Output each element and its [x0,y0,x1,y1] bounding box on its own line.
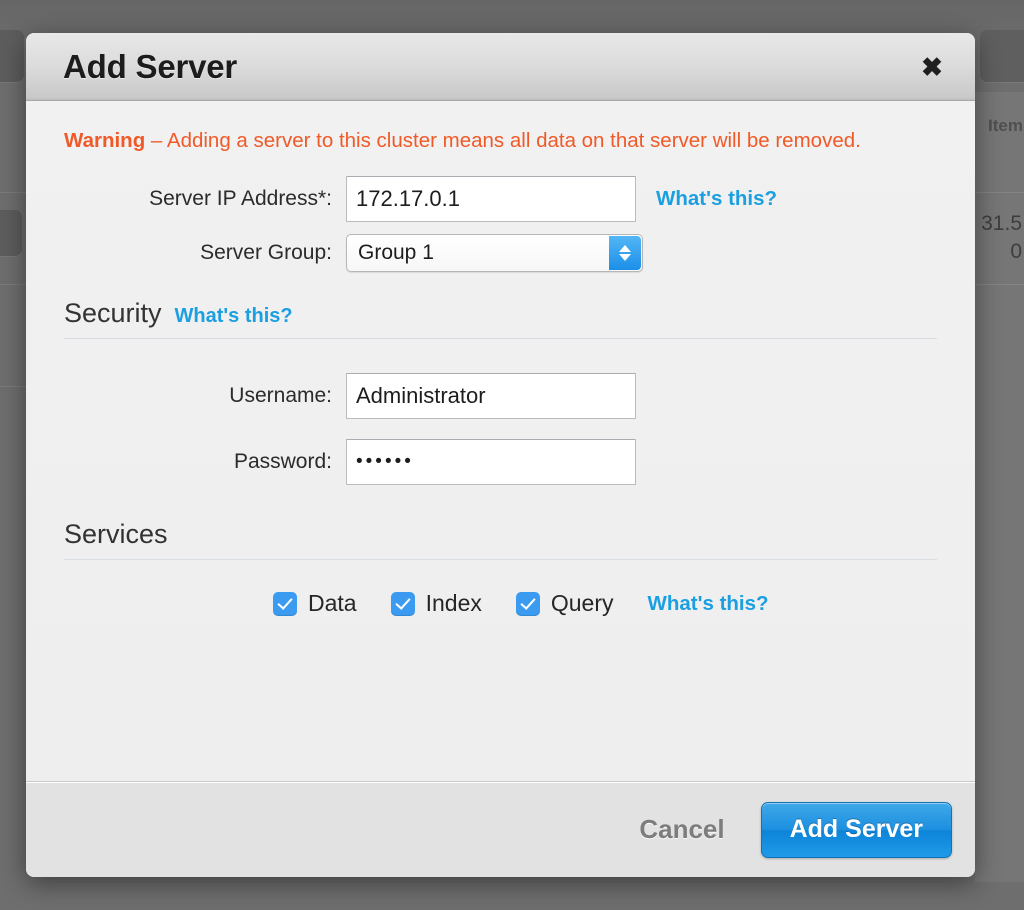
service-label: Data [308,590,357,617]
username-row: Username: [64,373,937,420]
background-divider [0,284,26,285]
background-card [0,210,22,256]
dialog-titlebar: Add Server ✖ [26,33,975,101]
background-divider [0,192,26,193]
background-divider [975,192,1024,193]
server-group-selected-value: Group 1 [358,241,434,265]
services-checkbox-row: Data Index Query What's this? [64,590,937,617]
password-input[interactable] [346,439,636,486]
security-section: Security What's this? Username: Password… [64,298,937,486]
security-heading-row: Security What's this? [64,298,937,338]
service-checkbox-query[interactable]: Query [515,590,614,617]
service-label: Index [425,590,482,617]
background-cell-value: 31.5 [981,212,1022,235]
server-group-select[interactable]: Group 1 [346,234,643,273]
section-divider [64,338,937,340]
password-label: Password: [233,450,332,474]
add-server-button[interactable]: Add Server [760,801,952,858]
close-icon[interactable]: ✖ [915,50,949,84]
server-ip-help-link[interactable]: What's this? [656,187,777,211]
security-help-link[interactable]: What's this? [175,305,293,328]
dialog-title: Add Server [63,47,238,85]
service-checkbox-index[interactable]: Index [390,590,482,617]
add-server-dialog: Add Server ✖ Warning – Adding a server t… [26,33,975,877]
server-ip-input[interactable] [346,176,636,223]
background-column-header: Item [988,116,1023,135]
services-heading: Services [64,519,168,550]
background-card [980,30,1024,82]
warning-message: Warning – Adding a server to this cluste… [64,127,904,154]
warning-label: Warning [64,129,146,152]
checkbox-checked-icon[interactable] [390,591,415,616]
server-group-label: Server Group: [200,241,332,265]
username-label: Username: [229,384,332,408]
background-divider [0,386,26,387]
server-ip-row: Server IP Address*: What's this? [64,176,937,223]
services-heading-row: Services [64,519,937,559]
service-checkbox-data[interactable]: Data [273,590,357,617]
server-ip-label: Server IP Address*: [149,187,332,211]
cancel-button[interactable]: Cancel [639,814,724,845]
background-divider [975,284,1024,285]
dialog-footer: Cancel Add Server [26,781,975,877]
security-heading: Security [64,298,162,329]
password-row: Password: [64,439,937,486]
services-section: Services Data Index Query What's this? [64,519,937,617]
services-help-link[interactable]: What's this? [648,592,769,616]
section-divider [64,559,937,561]
service-label: Query [550,590,614,617]
dialog-body: Warning – Adding a server to this cluste… [26,101,975,781]
checkbox-checked-icon[interactable] [515,591,540,616]
server-group-row: Server Group: Group 1 [64,234,937,273]
background-table-panel [975,92,1024,882]
warning-text: – Adding a server to this cluster means … [145,129,861,152]
username-input[interactable] [346,373,636,420]
chevron-up-down-icon[interactable] [609,236,641,271]
background-cell-value: 0 [1010,240,1022,263]
checkbox-checked-icon[interactable] [273,591,297,616]
background-card [0,30,24,82]
